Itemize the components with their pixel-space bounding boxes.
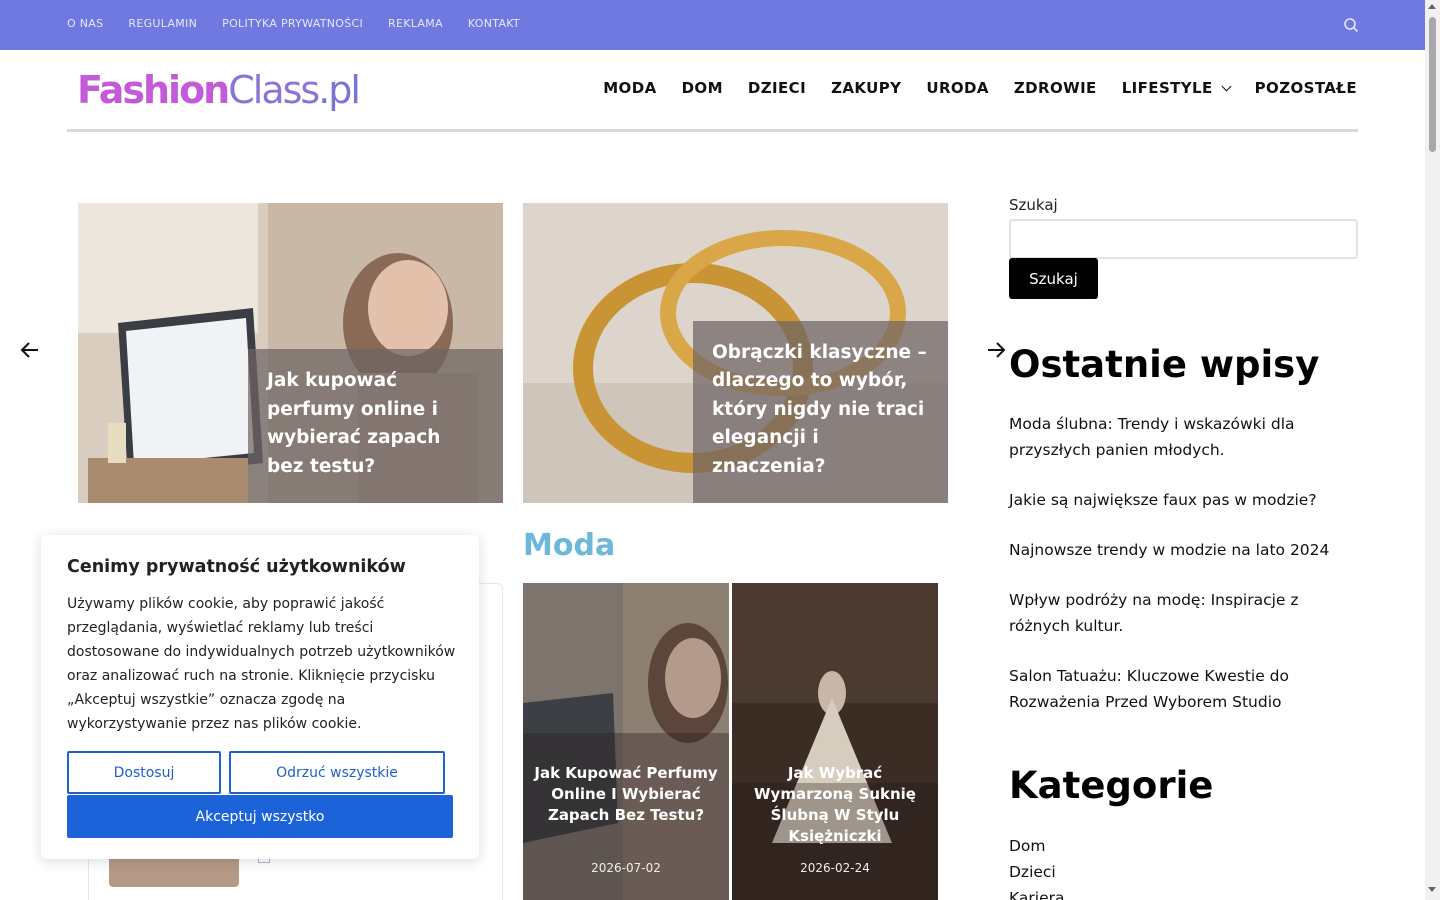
card-date: 2026-07-02	[591, 861, 661, 875]
scroll-up-icon[interactable]	[1428, 4, 1436, 9]
nav-label: DZIECI	[747, 79, 807, 97]
nav-label: POZOSTAŁE	[1254, 79, 1357, 97]
card-title: Jak Wybrać Wymarzoną Suknię Ślubną W Sty…	[754, 764, 916, 845]
scrollbar-thumb[interactable]	[1429, 17, 1436, 152]
logo-part-pl: .pl	[318, 68, 361, 112]
slide-perfumy[interactable]: Jak kupować perfumy online i wybierać za…	[78, 203, 503, 503]
moda-card[interactable]: Jak Kupować Perfumy Online I Wybierać Za…	[523, 583, 729, 900]
nav-dzieci[interactable]: DZIECI	[748, 79, 806, 97]
cookie-customize-button[interactable]: Dostosuj	[67, 751, 221, 794]
arrow-left-icon[interactable]	[20, 340, 40, 360]
top-nav-polityka[interactable]: POLITYKA PRYWATNOŚCI	[222, 17, 363, 30]
cookie-reject-button[interactable]: Odrzuć wszystkie	[229, 751, 445, 794]
moda-card[interactable]: Jak Wybrać Wymarzoną Suknię Ślubną W Sty…	[732, 583, 938, 900]
category-link[interactable]: Dzieci	[1009, 859, 1064, 885]
cookie-accept-button[interactable]: Akceptuj wszystko	[67, 795, 453, 838]
top-nav-regulamin[interactable]: REGULAMIN	[128, 17, 197, 30]
recent-posts-title: Ostatnie wpisy	[1009, 343, 1320, 386]
card-image	[732, 583, 938, 900]
logo-part-fashion: Fashion	[77, 68, 230, 112]
nav-zdrowie[interactable]: ZDROWIE	[1014, 79, 1097, 97]
cookie-text: Używamy plików cookie, aby poprawić jako…	[67, 596, 456, 732]
nav-label: MODA	[603, 79, 657, 97]
search-label: Szukaj	[1009, 196, 1058, 214]
recent-post-link[interactable]: Moda ślubna: Trendy i wskazówki dla przy…	[1009, 411, 1354, 463]
nav-label: ZDROWIE	[1013, 79, 1097, 97]
top-nav-o-nas[interactable]: O NAS	[67, 17, 103, 30]
arrow-right-icon[interactable]	[986, 340, 1006, 360]
search-input[interactable]	[1009, 219, 1358, 259]
recent-post-link[interactable]: Salon Tatuażu: Kluczowe Kwestie do Rozwa…	[1009, 663, 1354, 715]
card-date: 2026-02-24	[800, 861, 870, 875]
nav-moda[interactable]: MODA	[603, 79, 656, 97]
site-logo[interactable]: Fashion Class .pl	[77, 68, 361, 114]
nav-lifestyle[interactable]: LIFESTYLE	[1121, 79, 1232, 97]
recent-post-link[interactable]: Najnowsze trendy w modzie na lato 2024	[1009, 537, 1354, 563]
nav-dom[interactable]: DOM	[682, 79, 723, 97]
categories-title: Kategorie	[1009, 764, 1214, 807]
logo-part-class: Class	[228, 68, 320, 112]
cookie-banner: Cenimy prywatność użytkowników Używamy p…	[41, 535, 479, 859]
recent-post-link[interactable]: Jakie są największe faux pas w modzie?	[1009, 487, 1354, 513]
top-bar: O NAS REGULAMIN POLITYKA PRYWATNOŚCI REK…	[0, 0, 1425, 50]
nav-zakupy[interactable]: ZAKUPY	[831, 79, 901, 97]
top-nav-reklama[interactable]: REKLAMA	[388, 17, 443, 30]
nav-label: ZAKUPY	[831, 79, 902, 97]
top-nav-kontakt[interactable]: KONTAKT	[468, 17, 520, 30]
category-link[interactable]: Dom	[1009, 833, 1064, 859]
category-link[interactable]: Kariera	[1009, 885, 1064, 900]
nav-label: LIFESTYLE	[1121, 79, 1213, 97]
nav-pozostale[interactable]: POZOSTAŁE	[1255, 79, 1357, 97]
categories-list: Dom Dzieci Kariera	[1009, 833, 1064, 900]
slide-title: Obrączki klasyczne – dlaczego to wybór, …	[693, 320, 948, 503]
cookie-title: Cenimy prywatność użytkowników	[67, 557, 406, 577]
search-icon[interactable]	[1343, 17, 1359, 33]
header-divider	[67, 129, 1358, 132]
card-title: Jak Kupować Perfumy Online I Wybierać Za…	[534, 764, 718, 824]
top-nav: O NAS REGULAMIN POLITYKA PRYWATNOŚCI REK…	[67, 17, 520, 30]
nav-label: URODA	[926, 79, 989, 97]
recent-posts-list: Moda ślubna: Trendy i wskazówki dla przy…	[1009, 411, 1354, 739]
recent-post-link[interactable]: Wpływ podróży na modę: Inspiracje z różn…	[1009, 587, 1354, 639]
card-image	[523, 583, 729, 900]
scroll-down-icon[interactable]	[1428, 887, 1436, 892]
chevron-down-icon	[1221, 81, 1232, 91]
slide-obraczki[interactable]: Obrączki klasyczne – dlaczego to wybór, …	[523, 203, 948, 503]
page-scrollbar[interactable]	[1425, 0, 1440, 900]
search-button[interactable]: Szukaj	[1009, 258, 1098, 299]
main-nav: MODA DOM DZIECI ZAKUPY URODA ZDROWIE LIF…	[603, 79, 1357, 97]
nav-label: DOM	[681, 79, 723, 97]
slide-title: Jak kupować perfumy online i wybierać za…	[248, 349, 503, 503]
nav-uroda[interactable]: URODA	[926, 79, 989, 97]
section-title-moda[interactable]: Moda	[523, 528, 615, 563]
